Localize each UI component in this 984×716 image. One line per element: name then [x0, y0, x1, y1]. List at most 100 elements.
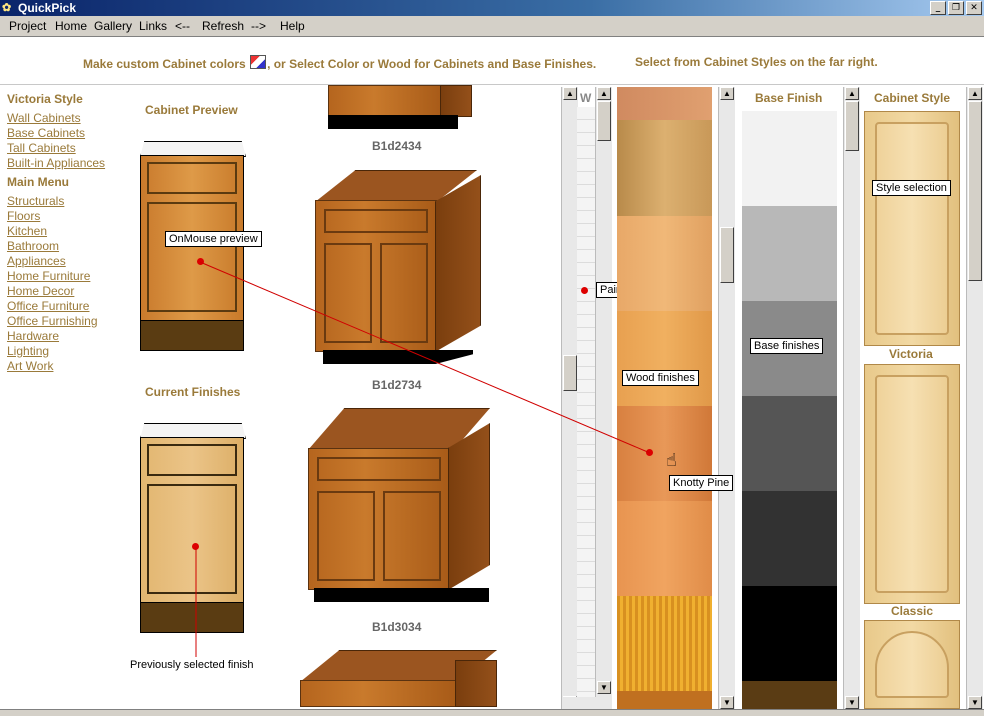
- cabinet-thumb-1[interactable]: [318, 85, 478, 135]
- wood-swatch[interactable]: [617, 691, 712, 709]
- base-finish-swatch[interactable]: [742, 586, 837, 681]
- cabinet-side: [440, 85, 472, 117]
- menu-forward[interactable]: -->: [251, 19, 266, 33]
- link-home-furniture[interactable]: Home Furniture: [7, 269, 90, 283]
- link-base-cabinets[interactable]: Base Cabinets: [7, 126, 85, 140]
- restore-button[interactable]: ❐: [948, 1, 964, 15]
- wood-swatch[interactable]: [617, 501, 712, 596]
- scroll-down-arrow[interactable]: ▼: [968, 696, 982, 709]
- app-logo-icon: ✿: [2, 2, 12, 14]
- cabinet-kick: [314, 588, 489, 602]
- current-finishes-door: [140, 423, 246, 633]
- current-panel: [147, 484, 237, 594]
- link-appliances[interactable]: Appliances: [7, 254, 66, 268]
- wood-scrollbar[interactable]: ▲ ▼: [718, 87, 735, 709]
- scroll-thumb[interactable]: [597, 101, 611, 141]
- link-hardware[interactable]: Hardware: [7, 329, 59, 343]
- scroll-up-arrow[interactable]: ▲: [720, 87, 734, 100]
- current-finishes-title: Current Finishes: [145, 385, 241, 399]
- paint-hscrollbar[interactable]: [561, 697, 612, 709]
- cabinet-code-3: B1d3034: [372, 620, 422, 634]
- scroll-down-arrow[interactable]: ▼: [597, 681, 611, 694]
- menu-back[interactable]: <--: [175, 19, 190, 33]
- style-door-1[interactable]: [864, 111, 960, 346]
- menu-links[interactable]: Links: [139, 19, 167, 33]
- base-finish-swatch[interactable]: [742, 396, 837, 491]
- base-finish-scrollbar[interactable]: ▲ ▼: [843, 87, 860, 709]
- link-floors[interactable]: Floors: [7, 209, 40, 223]
- door-panel: [875, 631, 949, 698]
- cabinet-thumb-3[interactable]: [308, 408, 493, 618]
- scroll-up-arrow[interactable]: ▲: [845, 87, 859, 100]
- wood-swatch[interactable]: [617, 120, 712, 216]
- base-finish-swatch[interactable]: [742, 111, 837, 206]
- cabinet-style-scrollbar[interactable]: ▲ ▼: [966, 87, 983, 709]
- link-structurals[interactable]: Structurals: [7, 194, 64, 208]
- cabinet-side: [448, 423, 490, 590]
- cabinet-code-2: B1d2734: [372, 378, 422, 392]
- base-finish-swatch[interactable]: [742, 681, 837, 709]
- cabinet-thumb-4[interactable]: [300, 650, 497, 707]
- link-art-work[interactable]: Art Work: [7, 359, 53, 373]
- preview-panel: [147, 202, 237, 312]
- base-finish-swatch[interactable]: [742, 491, 837, 586]
- scroll-up-arrow[interactable]: ▲: [597, 87, 611, 100]
- scroll-up-arrow[interactable]: ▲: [968, 87, 982, 100]
- palette-icon[interactable]: [250, 55, 267, 69]
- wood-marker: [646, 449, 653, 456]
- paint-column-label: W: [580, 91, 592, 105]
- menu-refresh[interactable]: Refresh: [202, 19, 244, 33]
- link-built-in-appliances[interactable]: Built-in Appliances: [7, 156, 105, 170]
- paint-marker: [581, 287, 588, 294]
- wood-swatch[interactable]: [617, 87, 712, 120]
- cabinet-front: [315, 200, 437, 352]
- style-heading: Victoria Style: [7, 92, 83, 106]
- menu-gallery[interactable]: Gallery: [94, 19, 132, 33]
- style-label-victoria: Victoria: [889, 347, 933, 361]
- link-home-decor[interactable]: Home Decor: [7, 284, 74, 298]
- link-lighting[interactable]: Lighting: [7, 344, 49, 358]
- onmouse-preview-callout: OnMouse preview: [165, 231, 262, 247]
- link-office-furniture[interactable]: Office Furniture: [7, 299, 89, 313]
- menu-help[interactable]: Help: [280, 19, 305, 33]
- cabinet-side: [455, 660, 497, 707]
- wood-swatch[interactable]: [617, 311, 712, 406]
- instruction-left-a: Make custom Cabinet colors: [83, 57, 246, 71]
- link-bathroom[interactable]: Bathroom: [7, 239, 59, 253]
- base-finish-swatches[interactable]: [742, 111, 837, 709]
- paint-scrollbar[interactable]: ▲ ▼: [595, 87, 612, 697]
- wood-swatch[interactable]: [617, 596, 712, 691]
- style-door-victoria[interactable]: [864, 364, 960, 604]
- close-button[interactable]: ✕: [966, 1, 982, 15]
- scroll-up-arrow[interactable]: ▲: [563, 87, 577, 100]
- scroll-thumb[interactable]: [563, 355, 577, 391]
- menu-bar: Project Home Gallery Links <-- Refresh -…: [0, 16, 984, 37]
- style-door-classic[interactable]: [864, 620, 960, 709]
- link-wall-cabinets[interactable]: Wall Cabinets: [7, 111, 81, 125]
- current-drawer: [147, 444, 237, 476]
- link-office-furnishing[interactable]: Office Furnishing: [7, 314, 98, 328]
- scroll-down-arrow[interactable]: ▼: [720, 696, 734, 709]
- scroll-thumb[interactable]: [968, 101, 982, 281]
- cabinet-style-title: Cabinet Style: [874, 91, 951, 105]
- base-finish-swatch[interactable]: [742, 206, 837, 301]
- style-label-classic: Classic: [891, 604, 934, 618]
- menu-project[interactable]: Project: [9, 19, 46, 33]
- cabinet-thumb-2[interactable]: [315, 170, 485, 380]
- scroll-down-arrow[interactable]: ▼: [845, 696, 859, 709]
- wood-swatch[interactable]: [617, 216, 712, 311]
- scroll-thumb[interactable]: [845, 101, 859, 151]
- current-marker: [192, 543, 199, 550]
- menu-home[interactable]: Home: [55, 19, 87, 33]
- wood-swatches[interactable]: [617, 87, 712, 709]
- link-kitchen[interactable]: Kitchen: [7, 224, 47, 238]
- base-finish-title: Base Finish: [755, 91, 823, 105]
- cabinets-scrollbar[interactable]: ▲ ▼: [561, 87, 578, 709]
- minimize-button[interactable]: _: [930, 1, 946, 15]
- sidebar: Victoria Style Wall Cabinets Base Cabine…: [0, 85, 130, 705]
- link-tall-cabinets[interactable]: Tall Cabinets: [7, 141, 76, 155]
- scroll-thumb[interactable]: [720, 227, 734, 283]
- title-bar: ✿ QuickPick _ ❐ ✕: [0, 0, 984, 16]
- wood-finishes-callout: Wood finishes: [622, 370, 699, 386]
- paint-swatches[interactable]: [577, 107, 595, 697]
